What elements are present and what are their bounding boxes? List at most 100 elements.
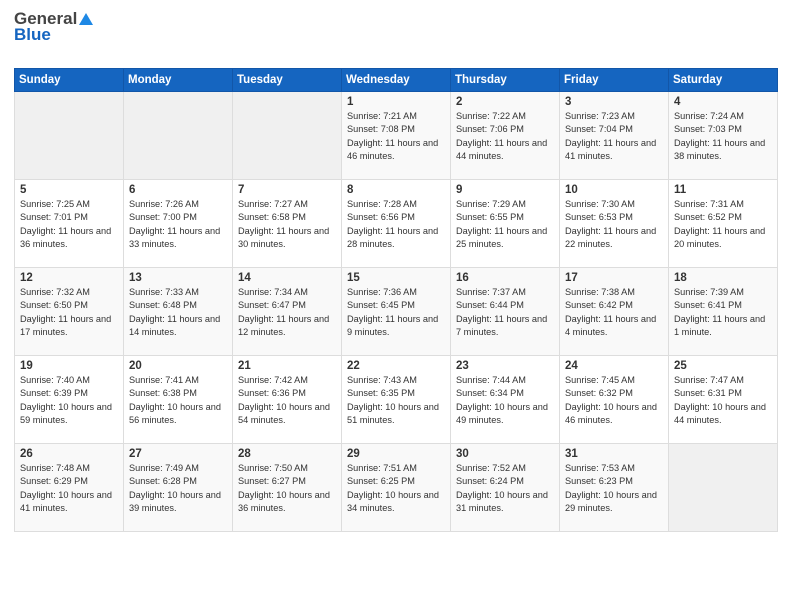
day-cell: 15 Sunrise: 7:36 AMSunset: 6:45 PMDayligh… [342,268,451,356]
day-number: 10 [565,184,663,196]
day-info: Sunrise: 7:40 AMSunset: 6:39 PMDaylight:… [20,374,118,427]
day-info: Sunrise: 7:38 AMSunset: 6:42 PMDaylight:… [565,286,663,339]
day-number: 8 [347,184,445,196]
day-cell: 10Sunrise: 7:30 AMSunset: 6:53 PMDayligh… [560,180,669,268]
weekday-header-row: SundayMondayTuesdayWednesdayThursdayFrid… [15,69,778,92]
day-info: Sunrise: 7:29 AMSunset: 6:55 PMDaylight:… [456,198,554,251]
weekday-header-friday: Friday [560,69,669,92]
day-number: 29 [347,448,445,460]
day-number: 7 [238,184,336,196]
day-number: 31 [565,448,663,460]
weekday-header-wednesday: Wednesday [342,69,451,92]
day-cell: 30Sunrise: 7:52 AMSunset: 6:24 PMDayligh… [451,444,560,532]
logo-arrow-icon [78,12,94,26]
day-number: 14 [238,272,336,284]
day-number: 17 [565,272,663,284]
day-cell: 13 Sunrise: 7:33 AMSunset: 6:48 PMDayligh… [124,268,233,356]
day-info: Sunrise: 7:44 AMSunset: 6:34 PMDaylight:… [456,374,554,427]
logo: General Blue [14,10,104,60]
week-row-3: 12 Sunrise: 7:32 AMSunset: 6:50 PMDayligh… [15,268,778,356]
day-number: 19 [20,360,118,372]
day-info: Sunrise: 7:45 AMSunset: 6:32 PMDaylight:… [565,374,663,427]
day-cell: 11Sunrise: 7:31 AMSunset: 6:52 PMDayligh… [669,180,778,268]
day-cell: 2Sunrise: 7:22 AMSunset: 7:06 PMDaylight… [451,92,560,180]
day-info: Sunrise: 7:53 AMSunset: 6:23 PMDaylight:… [565,462,663,515]
day-cell [15,92,124,180]
day-number: 15 [347,272,445,284]
calendar-table: SundayMondayTuesdayWednesdayThursdayFrid… [14,68,778,532]
day-cell: 18Sunrise: 7:39 AMSunset: 6:41 PMDayligh… [669,268,778,356]
day-cell: 26 Sunrise: 7:48 AMSunset: 6:29 PMDayligh… [15,444,124,532]
day-cell: 17 Sunrise: 7:38 AMSunset: 6:42 PMDayligh… [560,268,669,356]
weekday-header-thursday: Thursday [451,69,560,92]
day-info: Sunrise: 7:31 AMSunset: 6:52 PMDaylight:… [674,198,772,251]
day-number: 27 [129,448,227,460]
day-cell: 19 Sunrise: 7:40 AMSunset: 6:39 PMDayligh… [15,356,124,444]
day-info: Sunrise: 7:36 AMSunset: 6:45 PMDaylight:… [347,286,445,339]
day-cell [669,444,778,532]
day-cell: 14 Sunrise: 7:34 AMSunset: 6:47 PMDayligh… [233,268,342,356]
day-cell: 20Sunrise: 7:41 AMSunset: 6:38 PMDayligh… [124,356,233,444]
day-cell: 7 Sunrise: 7:27 AMSunset: 6:58 PMDaylight… [233,180,342,268]
day-cell: 4Sunrise: 7:24 AMSunset: 7:03 PMDaylight… [669,92,778,180]
weekday-header-sunday: Sunday [15,69,124,92]
day-number: 5 [20,184,118,196]
day-info: Sunrise: 7:43 AMSunset: 6:35 PMDaylight:… [347,374,445,427]
day-info: Sunrise: 7:28 AMSunset: 6:56 PMDaylight:… [347,198,445,251]
day-cell: 31 Sunrise: 7:53 AMSunset: 6:23 PMDayligh… [560,444,669,532]
day-info: Sunrise: 7:41 AMSunset: 6:38 PMDaylight:… [129,374,227,427]
day-info: Sunrise: 7:27 AMSunset: 6:58 PMDaylight:… [238,198,336,251]
day-number: 9 [456,184,554,196]
page: General Blue SundayMondayTuesdayWednesda… [0,0,792,612]
day-info: Sunrise: 7:24 AMSunset: 7:03 PMDaylight:… [674,110,772,163]
day-number: 23 [456,360,554,372]
day-number: 6 [129,184,227,196]
day-cell: 8 Sunrise: 7:28 AMSunset: 6:56 PMDaylight… [342,180,451,268]
day-cell [233,92,342,180]
day-cell: 28 Sunrise: 7:50 AMSunset: 6:27 PMDayligh… [233,444,342,532]
day-cell: 21Sunrise: 7:42 AMSunset: 6:36 PMDayligh… [233,356,342,444]
day-info: Sunrise: 7:25 AMSunset: 7:01 PMDaylight:… [20,198,118,251]
day-cell: 3Sunrise: 7:23 AMSunset: 7:04 PMDaylight… [560,92,669,180]
day-number: 12 [20,272,118,284]
day-cell: 27Sunrise: 7:49 AMSunset: 6:28 PMDayligh… [124,444,233,532]
day-info: Sunrise: 7:26 AMSunset: 7:00 PMDaylight:… [129,198,227,251]
day-cell: 22 Sunrise: 7:43 AMSunset: 6:35 PMDayligh… [342,356,451,444]
day-cell: 25 Sunrise: 7:47 AMSunset: 6:31 PMDayligh… [669,356,778,444]
day-cell: 29 Sunrise: 7:51 AMSunset: 6:25 PMDayligh… [342,444,451,532]
day-cell: 24 Sunrise: 7:45 AMSunset: 6:32 PMDayligh… [560,356,669,444]
weekday-header-tuesday: Tuesday [233,69,342,92]
day-cell: 1 Sunrise: 7:21 AMSunset: 7:08 PMDaylight… [342,92,451,180]
day-cell [124,92,233,180]
day-info: Sunrise: 7:50 AMSunset: 6:27 PMDaylight:… [238,462,336,515]
day-cell: 6 Sunrise: 7:26 AMSunset: 7:00 PMDaylight… [124,180,233,268]
day-info: Sunrise: 7:52 AMSunset: 6:24 PMDaylight:… [456,462,554,515]
day-info: Sunrise: 7:32 AMSunset: 6:50 PMDaylight:… [20,286,118,339]
day-number: 1 [347,96,445,108]
weekday-header-saturday: Saturday [669,69,778,92]
day-number: 28 [238,448,336,460]
day-cell: 23 Sunrise: 7:44 AMSunset: 6:34 PMDayligh… [451,356,560,444]
week-row-1: 1 Sunrise: 7:21 AMSunset: 7:08 PMDaylight… [15,92,778,180]
day-number: 13 [129,272,227,284]
day-info: Sunrise: 7:48 AMSunset: 6:29 PMDaylight:… [20,462,118,515]
day-number: 25 [674,360,772,372]
day-info: Sunrise: 7:37 AMSunset: 6:44 PMDaylight:… [456,286,554,339]
day-number: 21 [238,360,336,372]
day-info: Sunrise: 7:33 AMSunset: 6:48 PMDaylight:… [129,286,227,339]
day-number: 2 [456,96,554,108]
day-cell: 16 Sunrise: 7:37 AMSunset: 6:44 PMDayligh… [451,268,560,356]
day-info: Sunrise: 7:47 AMSunset: 6:31 PMDaylight:… [674,374,772,427]
weekday-header-monday: Monday [124,69,233,92]
day-number: 16 [456,272,554,284]
day-info: Sunrise: 7:51 AMSunset: 6:25 PMDaylight:… [347,462,445,515]
logo-blue-label: Blue [14,25,51,45]
day-number: 3 [565,96,663,108]
day-number: 22 [347,360,445,372]
day-number: 26 [20,448,118,460]
week-row-5: 26 Sunrise: 7:48 AMSunset: 6:29 PMDayligh… [15,444,778,532]
day-info: Sunrise: 7:34 AMSunset: 6:47 PMDaylight:… [238,286,336,339]
day-info: Sunrise: 7:21 AMSunset: 7:08 PMDaylight:… [347,110,445,163]
day-number: 24 [565,360,663,372]
day-cell: 5 Sunrise: 7:25 AMSunset: 7:01 PMDaylight… [15,180,124,268]
